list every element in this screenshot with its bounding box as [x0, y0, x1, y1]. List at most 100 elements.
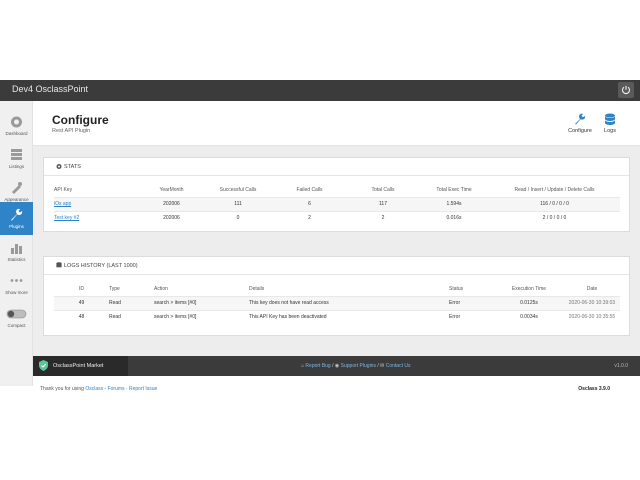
- table-cell: 2 / 0 / 0 / 0: [489, 210, 620, 225]
- logs-button[interactable]: Logs: [597, 113, 623, 137]
- table-cell: 0.0034s: [494, 309, 564, 324]
- column-header: ID: [79, 285, 84, 292]
- table-cell: 202006: [139, 196, 204, 211]
- stats-header-row: API Key YearMonth Successful Calls Faile…: [54, 183, 620, 197]
- sidebar-item-listings[interactable]: Listings: [0, 142, 33, 175]
- stats-heading: STATS: [44, 158, 629, 176]
- column-header: Failed Calls: [296, 186, 323, 193]
- column-header: Execution Time: [511, 285, 547, 292]
- page-subtitle: Rest API Plugin: [52, 128, 91, 134]
- table-cell: 0.0125s: [494, 295, 564, 310]
- logs-label: Logs: [604, 128, 616, 134]
- table-cell: This API Key has been deactivated: [249, 309, 449, 324]
- report-issue-link[interactable]: Report Issue: [129, 386, 157, 392]
- column-header: Date: [586, 285, 598, 292]
- api-key-link[interactable]: iOs app: [54, 196, 139, 211]
- column-header: Action: [154, 285, 168, 292]
- site-title[interactable]: Dev4 OsclassPoint: [12, 84, 88, 94]
- logout-button[interactable]: [618, 82, 634, 98]
- sidebar-item-label: Listings: [8, 164, 25, 169]
- osclass-link[interactable]: Osclass: [85, 386, 103, 392]
- report-bug-link[interactable]: ⌂ Report Bug: [301, 363, 331, 369]
- column-header: Read / Insert / Update / Delete Calls: [514, 186, 595, 193]
- table-cell: 48: [54, 309, 109, 324]
- stats-table: API Key YearMonth Successful Calls Faile…: [54, 183, 620, 225]
- logs-heading: LOGS HISTORY (LAST 1000): [44, 257, 629, 275]
- sidebar-item-label: Show more: [5, 290, 28, 295]
- sidebar-item-label: Plugins: [9, 224, 24, 229]
- forums-link[interactable]: Forums: [108, 386, 125, 392]
- plugin-version: v1.0.0: [614, 363, 628, 369]
- listings-icon: [11, 149, 22, 160]
- table-cell: 117: [347, 196, 419, 211]
- plugins-icon: [11, 208, 23, 221]
- column-header: Details: [249, 285, 265, 292]
- table-row: 48 Read search > items [#0] This API Key…: [54, 309, 620, 324]
- main-content: Configure Rest API Plugin Configure Logs…: [33, 101, 640, 356]
- sidebar-item-label: Dashboard: [5, 131, 28, 136]
- logs-table: ID Type Action Details Status Execution …: [54, 282, 620, 324]
- database-small-icon: [56, 262, 62, 268]
- table-cell: 0: [204, 210, 272, 225]
- table-cell: This key does not have read access: [249, 295, 449, 310]
- table-row: Test key #2 202006 0 2 2 0.016s 2 / 0 / …: [54, 210, 620, 225]
- column-header: YearMonth: [159, 186, 184, 193]
- sidebar-item-compact[interactable]: Compact: [0, 301, 33, 334]
- table-cell: 2020-06-30 10:35:55: [564, 309, 620, 324]
- table-cell: 2: [272, 210, 347, 225]
- page-header: Configure Rest API Plugin Configure Logs: [33, 101, 640, 146]
- api-key-link[interactable]: Test key #2: [54, 210, 139, 225]
- sidebar-item-plugins[interactable]: Plugins: [0, 202, 33, 235]
- database-icon: [605, 113, 615, 125]
- market-logo-icon: [39, 360, 48, 371]
- table-row: iOs app 202006 111 6 117 1.594s 116 / 0 …: [54, 196, 620, 211]
- admin-page: Dev4 OsclassPoint Dashboard Listings App…: [0, 0, 640, 480]
- table-cell: 49: [54, 295, 109, 310]
- logs-header-row: ID Type Action Details Status Execution …: [54, 282, 620, 296]
- table-cell: Read: [109, 309, 154, 324]
- envelope-icon: ✉: [380, 363, 385, 369]
- footer-links: ⌂ Report Bug / ◉ Support Plugins / ✉ Con…: [301, 363, 411, 369]
- table-cell: 1.594s: [419, 196, 489, 211]
- dashboard-small-icon: [56, 164, 62, 169]
- column-header: Type: [109, 285, 120, 292]
- sidebar-item-show-more[interactable]: Show more: [0, 268, 33, 301]
- thank-you-text: Thank you for using Osclass - Forums · R…: [40, 386, 158, 392]
- column-header: Status: [449, 285, 464, 292]
- more-icon: [10, 279, 23, 282]
- table-cell: Error: [449, 295, 494, 310]
- top-bar: Dev4 OsclassPoint: [0, 80, 640, 101]
- table-row: 49 Read search > items [#0] This key doe…: [54, 295, 620, 310]
- table-cell: Error: [449, 309, 494, 324]
- sidebar-item-statistics[interactable]: Statistics: [0, 235, 33, 268]
- table-cell: 2: [347, 210, 419, 225]
- osclasspoint-market-link[interactable]: OsclassPoint Market: [33, 356, 128, 376]
- page-title: Configure: [52, 113, 109, 127]
- table-cell: Read: [109, 295, 154, 310]
- table-cell: 111: [204, 196, 272, 211]
- sidebar: Dashboard Listings Appearance Plugins St…: [0, 101, 33, 386]
- table-cell: 202006: [139, 210, 204, 225]
- column-header: API Key: [54, 186, 73, 193]
- table-cell: search > items [#0]: [154, 309, 249, 324]
- statistics-icon: [11, 244, 22, 254]
- column-header: Total Exec Time: [436, 186, 472, 193]
- plugin-footer: OsclassPoint Market ⌂ Report Bug / ◉ Sup…: [33, 356, 640, 376]
- table-cell: search > items [#0]: [154, 295, 249, 310]
- dashboard-icon: [11, 116, 22, 128]
- support-plugins-link[interactable]: ◉ Support Plugins: [335, 363, 376, 369]
- osclass-version: Osclass 3.9.0: [578, 386, 610, 392]
- wrench-icon: [575, 113, 586, 125]
- sidebar-item-label: Statistics: [7, 257, 26, 262]
- sidebar-item-dashboard[interactable]: Dashboard: [0, 109, 33, 142]
- configure-button[interactable]: Configure: [567, 113, 593, 137]
- contact-us-link[interactable]: ✉ Contact Us: [380, 363, 410, 369]
- home-icon: ⌂: [301, 363, 305, 369]
- logs-panel: LOGS HISTORY (LAST 1000) ID Type Action …: [43, 256, 630, 336]
- configure-label: Configure: [568, 128, 592, 134]
- eye-icon: ◉: [334, 363, 340, 369]
- table-cell: 2020-06-30 10:39:03: [564, 295, 620, 310]
- table-cell: 0.016s: [419, 210, 489, 225]
- stats-panel: STATS API Key YearMonth Successful Calls…: [43, 157, 630, 232]
- table-cell: 116 / 0 / 0 / 0: [489, 196, 620, 211]
